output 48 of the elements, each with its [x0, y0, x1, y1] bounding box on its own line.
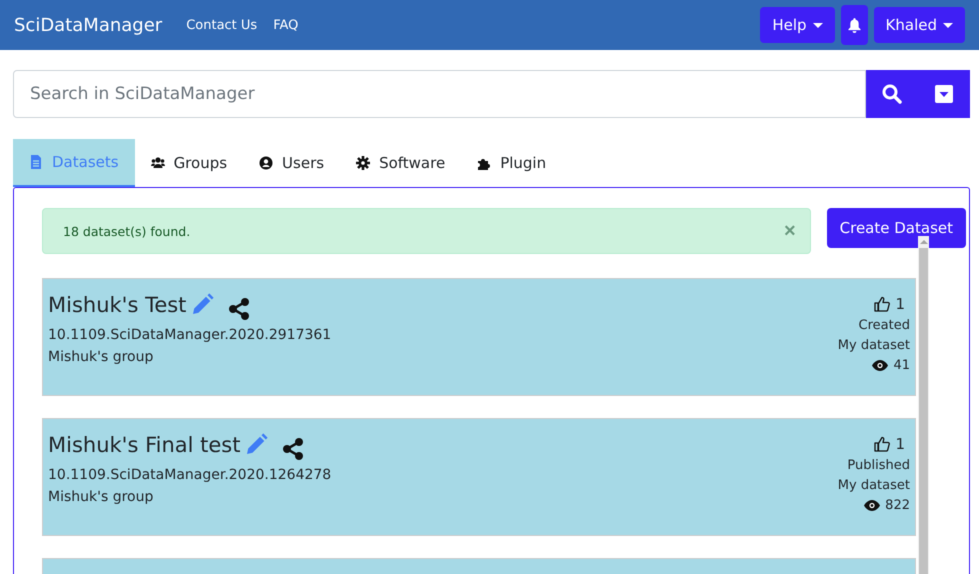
caret-square-icon: [935, 85, 953, 103]
nav-link[interactable]: Contact Us: [186, 18, 258, 32]
thumbs-up-icon[interactable]: [874, 296, 890, 312]
pencil-icon[interactable]: [190, 293, 214, 317]
dataset-title: Mishuk's Final test: [48, 433, 240, 457]
document-icon: [29, 155, 43, 169]
dataset-title: Mishuk's Test: [48, 293, 186, 317]
search-icon: [882, 84, 902, 104]
scrollbar[interactable]: [918, 236, 929, 574]
share-icon[interactable]: [282, 437, 304, 461]
dataset-card[interactable]: Mishuk's Test 10.1109.SciDataManager.2020.2917361 Mishuk's group 1 Created My dataset 41: [42, 278, 916, 396]
nav-link[interactable]: FAQ: [273, 18, 298, 32]
dataset-ownership: My dataset: [838, 338, 910, 353]
notifications-button[interactable]: [840, 5, 868, 45]
tab[interactable]: Software: [340, 139, 462, 187]
dropdown-button[interactable]: [918, 70, 970, 118]
tab[interactable]: Users: [243, 139, 340, 187]
dataset-group: Mishuk's group: [48, 489, 332, 505]
dataset-ownership: My dataset: [838, 478, 910, 493]
alert-message: 18 dataset(s) found.: [63, 224, 190, 238]
like-count: 1: [895, 295, 905, 313]
pencil-icon[interactable]: [244, 433, 268, 457]
like-count: 1: [895, 435, 905, 453]
eye-icon: [872, 360, 888, 371]
dataset-status: Created: [858, 318, 910, 333]
tab[interactable]: Groups: [134, 139, 244, 187]
thumbs-up-icon[interactable]: [874, 436, 890, 452]
search-field[interactable]: Search in SciDataManager: [13, 70, 866, 118]
dataset-card[interactable]: Mishuk's Final test 10.1109.SciDataManager.2020.1264278 Mishuk's group 1 Published My dataset 822: [42, 418, 916, 536]
view-count: 822: [885, 498, 910, 513]
help-dropdown[interactable]: Help: [760, 7, 835, 43]
share-icon[interactable]: [228, 297, 250, 321]
eye-icon: [864, 500, 880, 511]
dataset-doi: 10.1109.SciDataManager.2020.1264278: [48, 467, 332, 483]
create-dataset-button[interactable]: Create Dataset: [826, 208, 966, 248]
puzzle-icon: [477, 156, 492, 170]
user-dropdown[interactable]: Khaled: [874, 7, 965, 43]
users-icon: [150, 156, 165, 170]
tab[interactable]: Plugin: [461, 139, 562, 187]
gear-icon: [356, 156, 370, 170]
user-circle-icon: [259, 156, 274, 170]
dataset-status: Published: [847, 458, 910, 473]
bell-icon: [848, 18, 861, 32]
brand-link[interactable]: SciDataManager: [14, 14, 162, 36]
view-count: 41: [893, 358, 910, 373]
search-button[interactable]: [866, 70, 918, 118]
dataset-doi: 10.1109.SciDataManager.2020.2917361: [48, 327, 332, 343]
dataset-group: Mishuk's group: [48, 349, 332, 365]
